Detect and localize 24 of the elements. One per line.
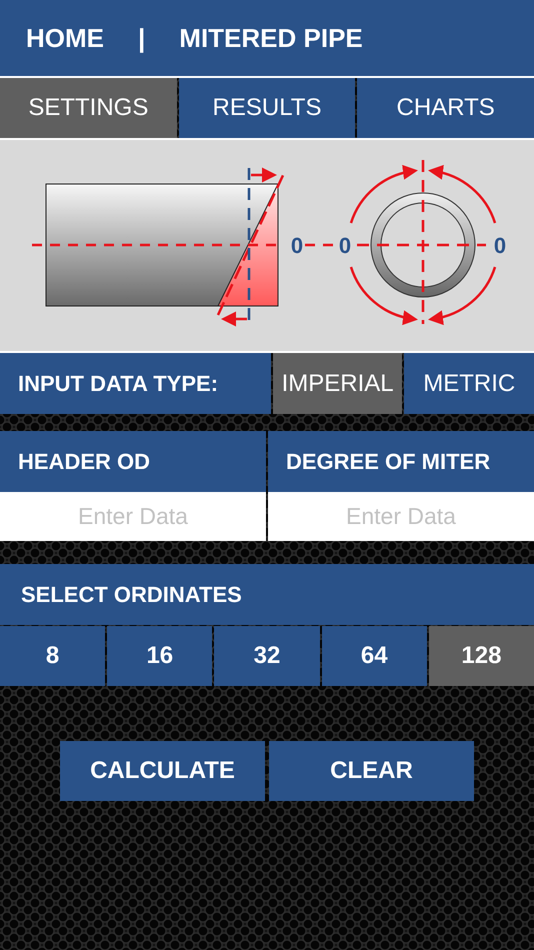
tab[interactable]: CHARTS: [357, 78, 534, 138]
input-field[interactable]: Enter Data: [0, 492, 266, 541]
field-label: HEADER OD: [0, 431, 266, 492]
ordinate-option[interactable]: 128: [428, 626, 534, 686]
separator: |: [138, 22, 146, 54]
calculate-button[interactable]: CALCULATE: [60, 741, 265, 801]
ordinate-option[interactable]: 8: [0, 626, 106, 686]
tab[interactable]: SETTINGS: [0, 78, 177, 138]
page-title: MITERED PIPE: [179, 22, 363, 54]
input-field[interactable]: Enter Data: [268, 492, 534, 541]
tab[interactable]: RESULTS: [178, 78, 356, 138]
input-type-label: INPUT DATA TYPE:: [0, 353, 271, 414]
ordinate-option[interactable]: 16: [107, 626, 212, 686]
ordinates-label: SELECT ORDINATES: [0, 564, 534, 625]
angle-label: 0: [494, 233, 506, 258]
angle-label: 0: [338, 233, 352, 258]
ordinate-option[interactable]: 32: [214, 626, 320, 686]
ordinate-option[interactable]: 64: [322, 626, 427, 686]
angle-label: 0: [290, 233, 304, 258]
unit-toggle[interactable]: METRIC: [404, 353, 534, 414]
home-link[interactable]: HOME: [26, 22, 104, 54]
unit-toggle[interactable]: IMPERIAL: [272, 353, 402, 414]
field-label: DEGREE OF MITER: [268, 431, 534, 492]
clear-button[interactable]: CLEAR: [269, 741, 474, 801]
